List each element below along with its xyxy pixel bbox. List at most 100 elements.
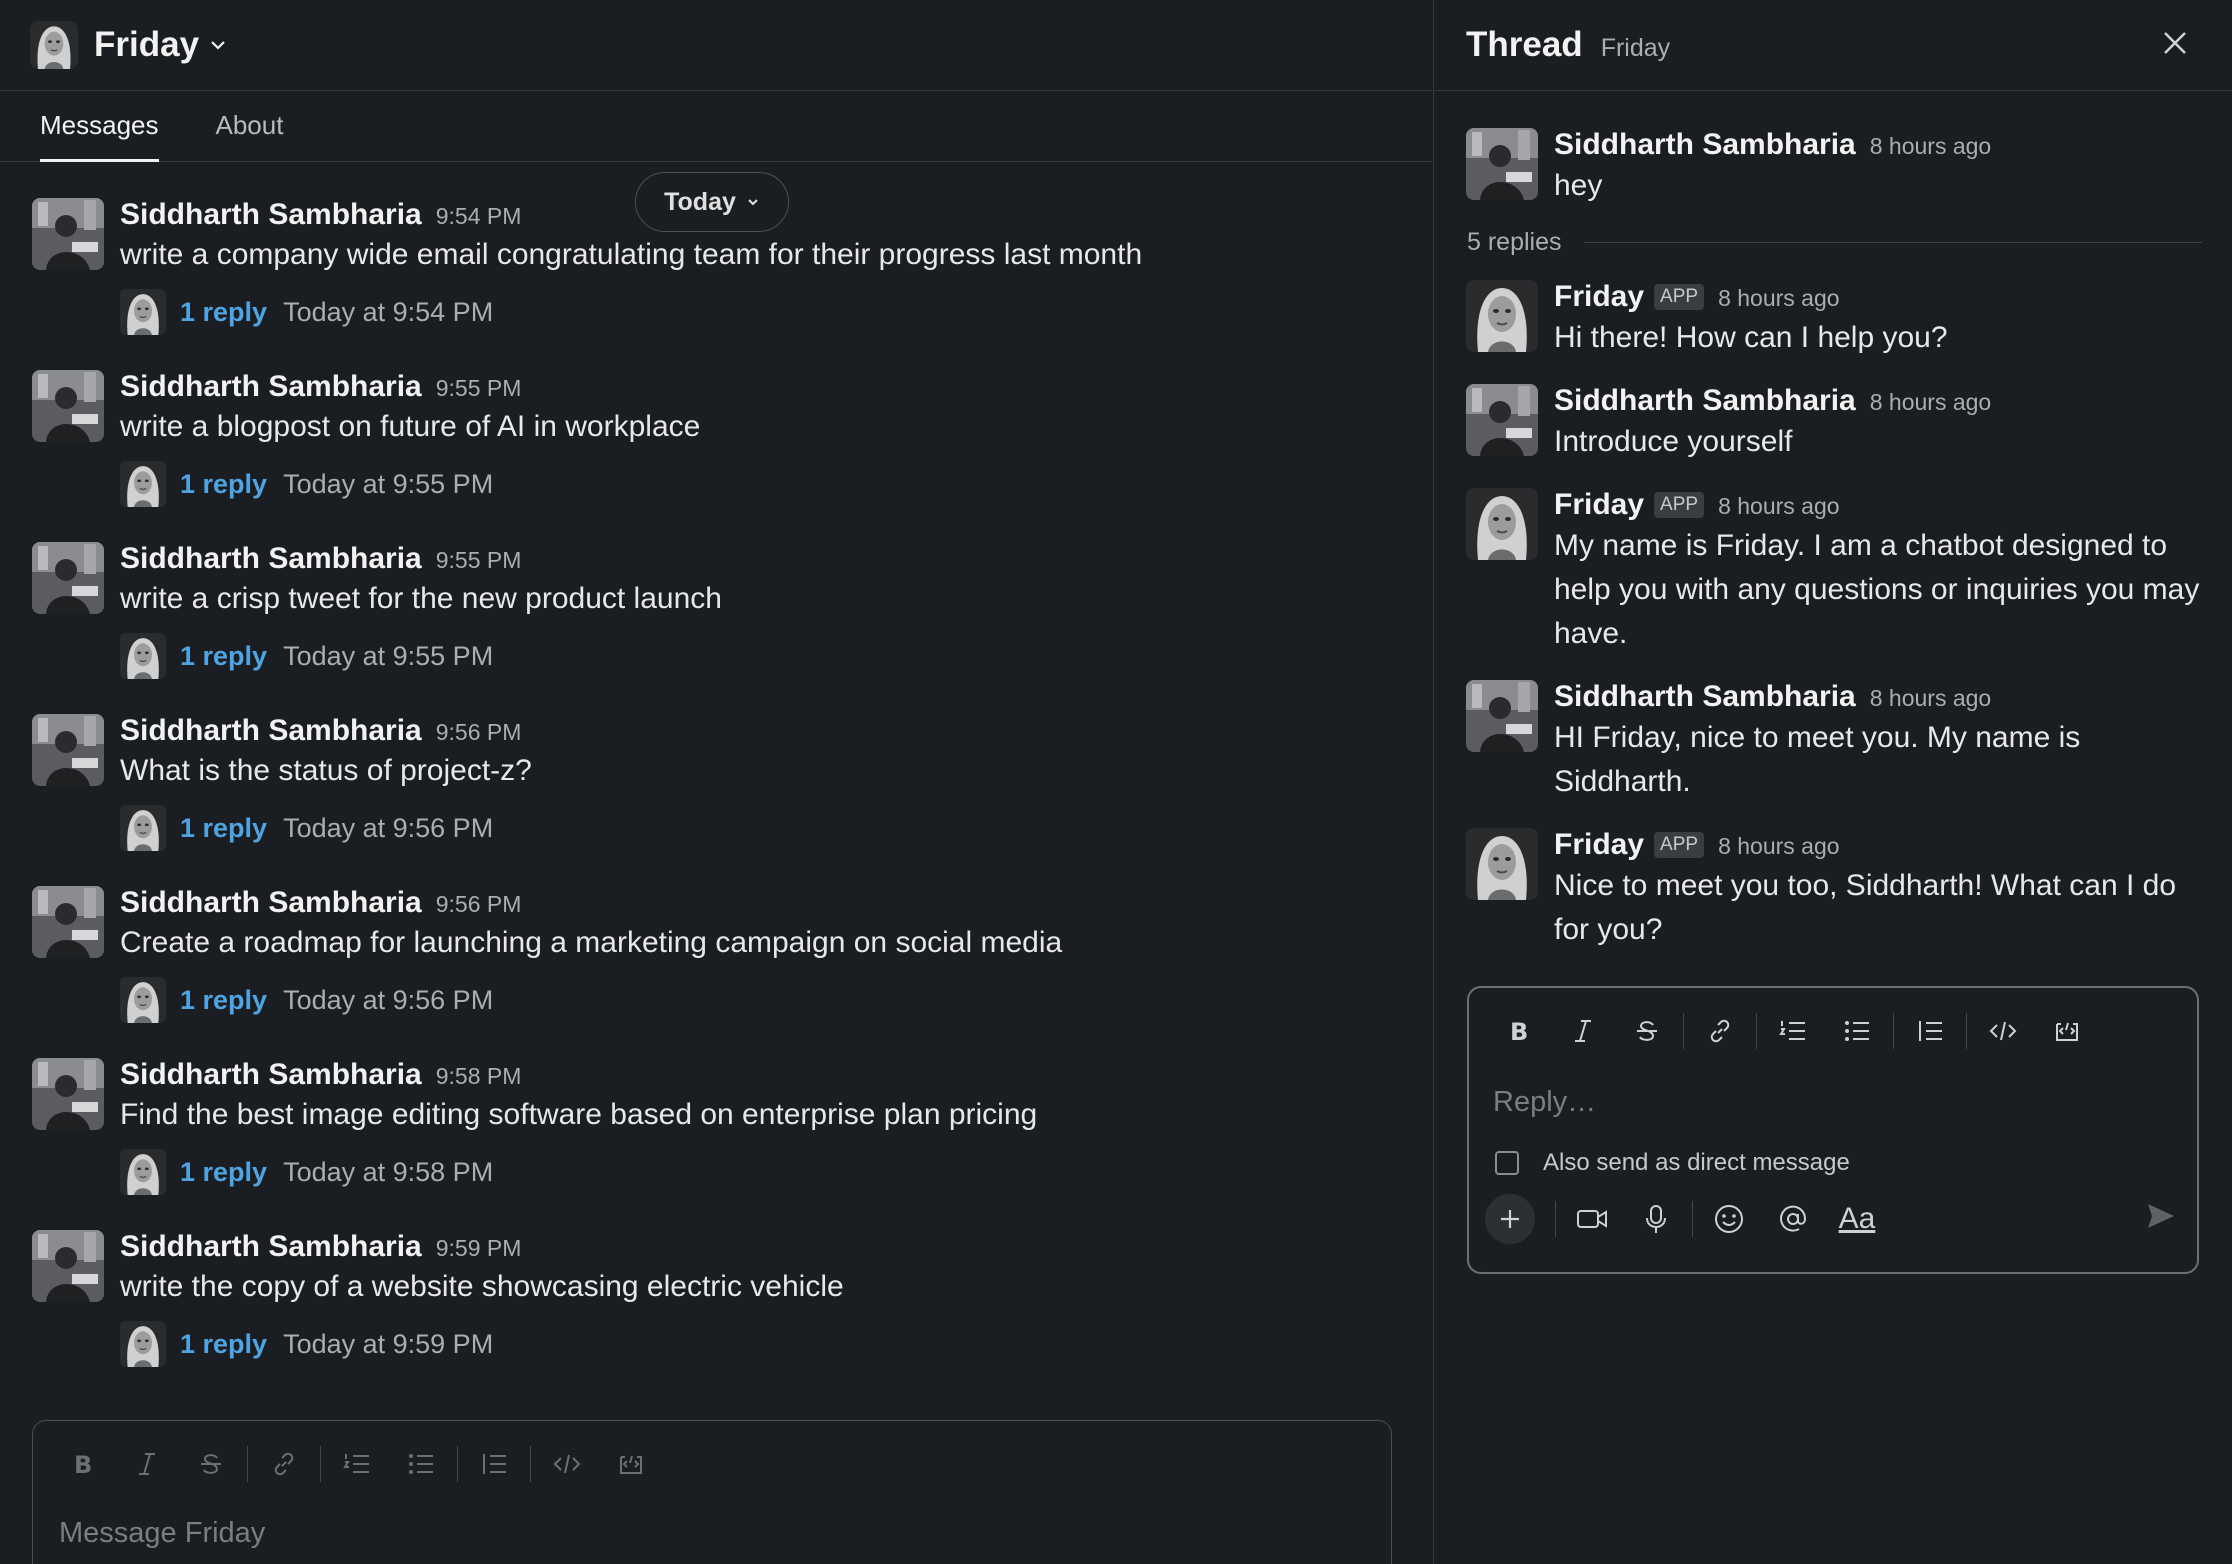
avatar[interactable]: [32, 1230, 104, 1302]
code-block-icon[interactable]: [2035, 1007, 2099, 1055]
message-author[interactable]: Siddharth Sambharia: [1554, 384, 1856, 418]
message-time[interactable]: 9:55 PM: [436, 547, 522, 574]
thread-summary[interactable]: 1 reply Today at 9:59 PM: [120, 1318, 493, 1370]
avatar[interactable]: [32, 542, 104, 614]
code-icon[interactable]: [535, 1440, 599, 1488]
close-icon[interactable]: [2160, 28, 2190, 58]
tab-messages[interactable]: Messages: [40, 92, 159, 162]
reply-link[interactable]: 1 reply: [180, 985, 267, 1016]
thread-summary[interactable]: 1 reply Today at 9:56 PM: [120, 974, 493, 1026]
message-author[interactable]: Siddharth Sambharia: [120, 198, 422, 232]
message-time[interactable]: 9:58 PM: [436, 1063, 522, 1090]
reply-link[interactable]: 1 reply: [180, 813, 267, 844]
reply-link[interactable]: 1 reply: [180, 297, 267, 328]
reply-link[interactable]: 1 reply: [180, 1329, 267, 1360]
message-author[interactable]: Friday: [1554, 280, 1644, 314]
thread-summary[interactable]: 1 reply Today at 9:56 PM: [120, 802, 493, 854]
thread-summary[interactable]: 1 reply Today at 9:54 PM: [120, 286, 493, 338]
message-author[interactable]: Siddharth Sambharia: [1554, 680, 1856, 714]
message-time[interactable]: 8 hours ago: [1718, 493, 1839, 520]
avatar[interactable]: [32, 1058, 104, 1130]
plus-icon[interactable]: [1485, 1194, 1535, 1244]
thread-summary[interactable]: 1 reply Today at 9:55 PM: [120, 458, 493, 510]
bulleted-list-icon[interactable]: [1825, 1007, 1889, 1055]
avatar[interactable]: [1466, 280, 1538, 352]
avatar: [120, 1321, 166, 1367]
message-input[interactable]: Message Friday: [33, 1517, 1391, 1550]
message-time[interactable]: 8 hours ago: [1870, 685, 1991, 712]
link-icon[interactable]: [252, 1440, 316, 1488]
reply-composer: B Reply… Also send as direct message Aa: [1467, 986, 2199, 1274]
message-time[interactable]: 8 hours ago: [1870, 389, 1991, 416]
microphone-icon[interactable]: [1624, 1193, 1688, 1245]
message-author[interactable]: Siddharth Sambharia: [120, 886, 422, 920]
send-icon[interactable]: [2145, 1201, 2177, 1236]
italic-icon[interactable]: [115, 1440, 179, 1488]
bold-icon[interactable]: B: [51, 1440, 115, 1488]
channel-name[interactable]: Friday: [94, 25, 199, 65]
message-time[interactable]: 9:56 PM: [436, 891, 522, 918]
thread-channel-name[interactable]: Friday: [1601, 34, 1670, 63]
code-icon[interactable]: [1971, 1007, 2035, 1055]
message-time[interactable]: 9:54 PM: [436, 203, 522, 230]
message-time[interactable]: 8 hours ago: [1718, 285, 1839, 312]
reply-input[interactable]: Reply…: [1469, 1086, 2197, 1119]
italic-icon[interactable]: [1551, 1007, 1615, 1055]
avatar[interactable]: [1466, 680, 1538, 752]
avatar[interactable]: [1466, 488, 1538, 560]
message-author[interactable]: Friday: [1554, 828, 1644, 862]
avatar[interactable]: [32, 370, 104, 442]
strikethrough-icon[interactable]: [1615, 1007, 1679, 1055]
ordered-list-icon[interactable]: [325, 1440, 389, 1488]
thread-summary[interactable]: 1 reply Today at 9:55 PM: [120, 630, 493, 682]
message-author[interactable]: Friday: [1554, 488, 1644, 522]
emoji-icon[interactable]: [1697, 1193, 1761, 1245]
message-time[interactable]: 9:55 PM: [436, 375, 522, 402]
blockquote-icon[interactable]: [462, 1440, 526, 1488]
message-author[interactable]: Siddharth Sambharia: [120, 1058, 422, 1092]
avatar[interactable]: [32, 886, 104, 958]
message-author[interactable]: Siddharth Sambharia: [120, 714, 422, 748]
date-divider-button[interactable]: Today: [635, 172, 789, 232]
video-icon[interactable]: [1560, 1193, 1624, 1245]
avatar[interactable]: [32, 714, 104, 786]
avatar[interactable]: [1466, 828, 1538, 900]
date-divider-label: Today: [664, 187, 736, 216]
bold-icon[interactable]: B: [1487, 1007, 1551, 1055]
strikethrough-icon[interactable]: [179, 1440, 243, 1488]
message-time[interactable]: 8 hours ago: [1870, 133, 1991, 160]
avatar[interactable]: [32, 198, 104, 270]
message-author[interactable]: Siddharth Sambharia: [120, 370, 422, 404]
reply-link[interactable]: 1 reply: [180, 1157, 267, 1188]
ordered-list-icon[interactable]: [1761, 1007, 1825, 1055]
reply-link[interactable]: 1 reply: [180, 469, 267, 500]
message-time[interactable]: 9:56 PM: [436, 719, 522, 746]
reply-link[interactable]: 1 reply: [180, 641, 267, 672]
also-send-dm-label[interactable]: Also send as direct message: [1543, 1149, 1850, 1177]
message-text: Nice to meet you too, Siddharth! What ca…: [1554, 869, 2177, 946]
bulleted-list-icon[interactable]: [389, 1440, 453, 1488]
blockquote-icon[interactable]: [1898, 1007, 1962, 1055]
mention-icon[interactable]: [1761, 1193, 1825, 1245]
message-author[interactable]: Siddharth Sambharia: [1554, 128, 1856, 162]
message-author[interactable]: Siddharth Sambharia: [120, 542, 422, 576]
app-badge: APP: [1654, 492, 1705, 518]
code-block-icon[interactable]: [599, 1440, 663, 1488]
svg-text:B: B: [74, 1451, 92, 1477]
avatar: [120, 805, 166, 851]
text-format-icon[interactable]: Aa: [1825, 1193, 1889, 1245]
tab-about[interactable]: About: [216, 92, 284, 162]
link-icon[interactable]: [1688, 1007, 1752, 1055]
reply-timestamp: Today at 9:55 PM: [283, 640, 494, 671]
message-text: Hi there! How can I help you?: [1554, 321, 1948, 354]
also-send-dm-checkbox[interactable]: [1495, 1151, 1519, 1175]
avatar[interactable]: [1466, 128, 1538, 200]
avatar[interactable]: [1466, 384, 1538, 456]
thread-summary[interactable]: 1 reply Today at 9:58 PM: [120, 1146, 493, 1198]
message-time[interactable]: 8 hours ago: [1718, 833, 1839, 860]
chevron-down-icon[interactable]: [209, 36, 227, 54]
reply-timestamp: Today at 9:55 PM: [283, 468, 494, 499]
message-time[interactable]: 9:59 PM: [436, 1235, 522, 1262]
message-author[interactable]: Siddharth Sambharia: [120, 1230, 422, 1264]
message-text: write a blogpost on future of AI in work…: [120, 410, 701, 443]
